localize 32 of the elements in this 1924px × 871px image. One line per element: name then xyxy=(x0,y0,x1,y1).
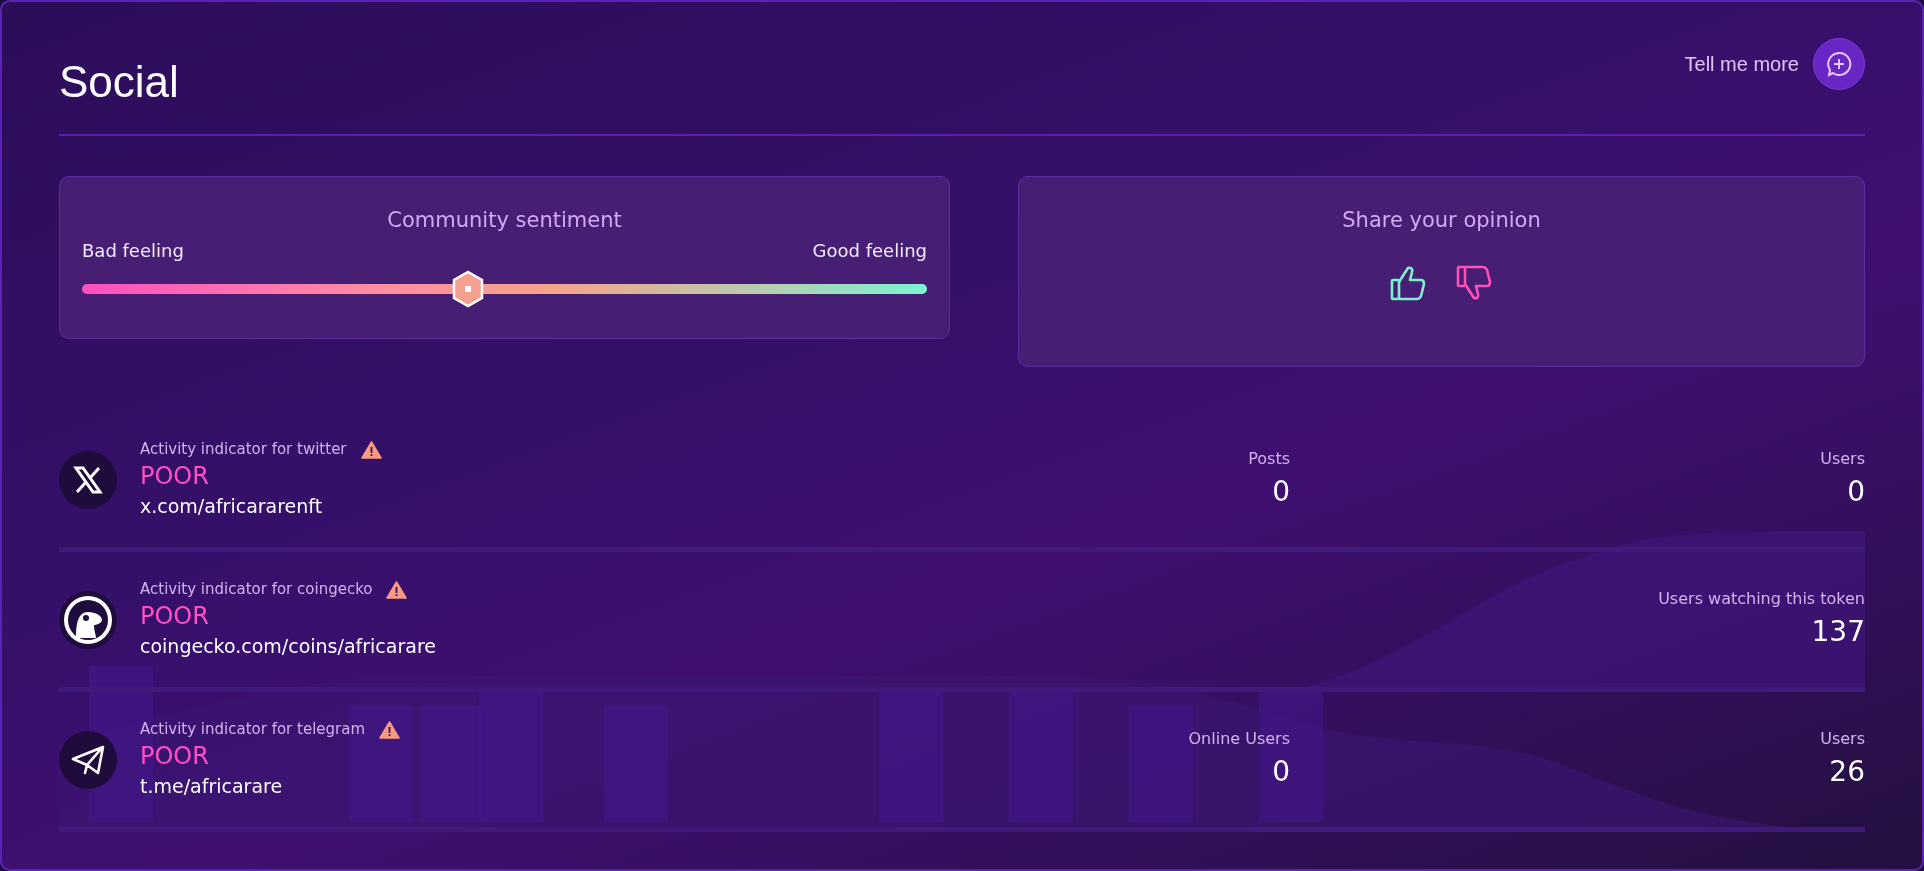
slider-label: Good feeling xyxy=(812,238,927,263)
stat-label: Posts xyxy=(1247,447,1290,470)
stat-value: 0 xyxy=(1271,473,1290,510)
stat-value: 26 xyxy=(1828,753,1865,790)
x-logo-icon xyxy=(73,464,103,495)
activity-status: POOR xyxy=(140,600,210,632)
stat-label: Users xyxy=(1819,727,1865,750)
warning-icon xyxy=(379,720,401,739)
panel-title: Community sentiment xyxy=(386,207,623,234)
channel-link[interactable]: coingecko.com/coins/africarare xyxy=(140,632,436,661)
slider-label: Bad feeling xyxy=(82,238,184,263)
channel-link[interactable]: x.com/africararenft xyxy=(140,492,323,521)
channel-link[interactable]: t.me/africarare xyxy=(140,772,283,801)
tell-me-more-button[interactable]: Tell me more xyxy=(1684,38,1865,90)
chat-plus-icon xyxy=(1826,51,1852,77)
stat-value: 137 xyxy=(1810,613,1865,650)
stat-label: Users xyxy=(1819,447,1865,470)
panel-title: Share your opinion xyxy=(1341,207,1542,234)
paper-plane-icon xyxy=(71,744,105,775)
stat-label: Users watching this token xyxy=(1657,587,1865,610)
activity-label: Activity indicator for telegram xyxy=(140,719,366,741)
stat-label: Online Users xyxy=(1187,727,1290,750)
stat-value: 0 xyxy=(1846,473,1865,510)
activity-status: POOR xyxy=(140,460,210,492)
warning-icon xyxy=(386,580,408,599)
slider-thumb[interactable] xyxy=(451,269,486,308)
warning-icon xyxy=(360,440,382,459)
activity-status: POOR xyxy=(140,740,210,772)
page-title: Social xyxy=(59,60,179,104)
stat-value: 0 xyxy=(1271,753,1290,790)
activity-label: Activity indicator for coingecko xyxy=(140,579,373,601)
activity-label: Activity indicator for twitter xyxy=(140,439,347,461)
